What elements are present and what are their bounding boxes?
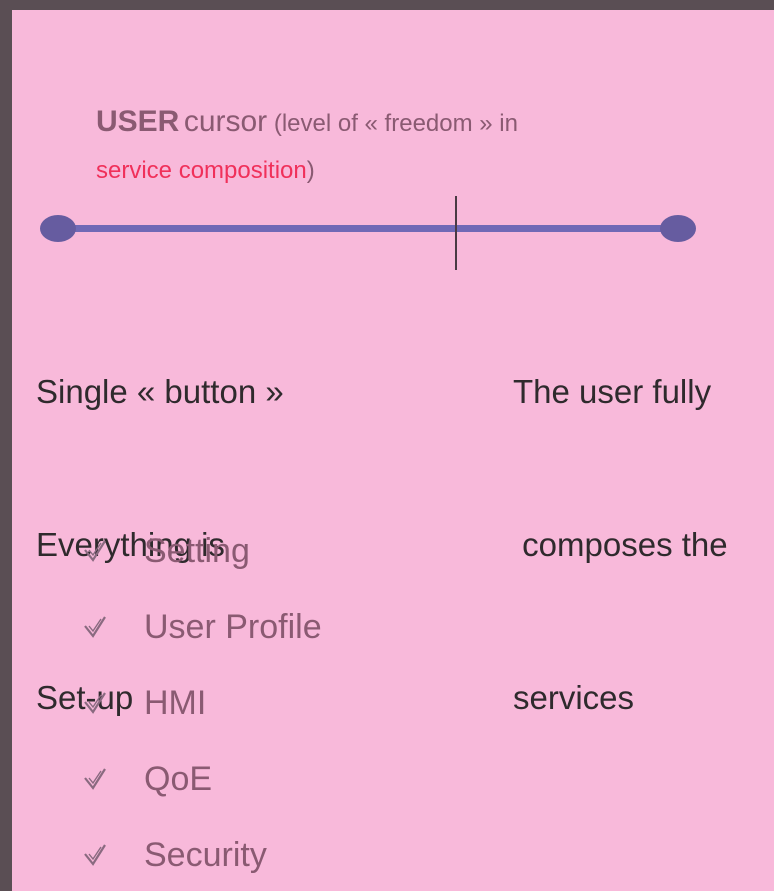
checkmark-icon	[84, 540, 106, 562]
freedom-slider[interactable]	[38, 196, 708, 270]
heading-paren-close: )	[306, 157, 315, 184]
heading-accent: service composition	[96, 157, 307, 184]
slider-left-endpoint[interactable]	[40, 215, 76, 242]
list-item-label: User Profile	[144, 607, 322, 646]
list-item: HMI	[82, 665, 322, 741]
list-item-label: HMI	[144, 683, 207, 722]
list-item-label: Security	[144, 835, 267, 874]
slider-max-label-line: composes the	[513, 526, 728, 563]
heading-cursor: cursor	[183, 105, 268, 138]
slider-max-label-line: The user fully	[513, 373, 712, 410]
slider-min-label-line: Single « button »	[36, 373, 284, 410]
checkmark-icon	[84, 616, 106, 638]
heading-paren-open: (level of « freedom » in	[267, 110, 518, 137]
checkmark-icon	[84, 844, 106, 866]
slider-track[interactable]	[58, 225, 688, 232]
list-item: User Profile	[82, 589, 322, 665]
slider-right-endpoint[interactable]	[660, 215, 696, 242]
list-item-label: Setting	[144, 531, 250, 570]
slider-max-label: The user fully composes the services	[513, 264, 728, 774]
list-item: QoE	[82, 741, 322, 817]
heading-bold: USER	[96, 105, 180, 138]
list-item-label: QoE	[144, 759, 213, 798]
slider-position-marker[interactable]	[454, 196, 457, 270]
heading: USER cursor (level of « freedom » in ser…	[96, 100, 696, 196]
list-item: Security	[82, 817, 322, 893]
list-item: Setting	[82, 513, 322, 589]
checkmark-icon	[84, 768, 106, 790]
feature-checklist: Setting User Profile HMI QoE Security	[82, 513, 322, 893]
slider-max-label-line: services	[513, 679, 635, 716]
checkmark-icon	[84, 692, 106, 714]
